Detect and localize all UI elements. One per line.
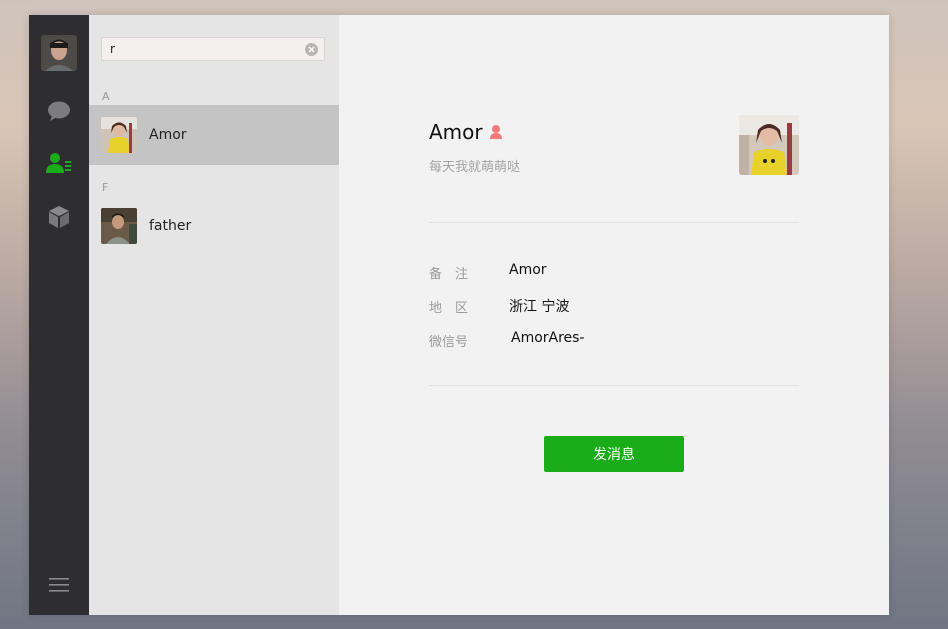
contact-name: Amor [149, 127, 187, 143]
send-message-button[interactable]: 发消息 [544, 436, 684, 472]
female-icon [489, 124, 503, 143]
sidebar [29, 15, 89, 615]
search-box [101, 37, 325, 61]
contact-item-father[interactable]: father [89, 196, 339, 256]
contact-list-panel: A Amor F [89, 15, 339, 615]
contacts-icon [46, 153, 71, 173]
contact-avatar [101, 208, 137, 244]
chat-icon [48, 101, 70, 121]
contacts-nav[interactable] [29, 148, 89, 178]
profile-detail-panel: Amor 每天我就萌萌哒 备 注 Amor 地 区 浙江 宁波 微信号 Amor… [339, 15, 889, 615]
group-letter: F [102, 181, 109, 194]
wechat-id-label: 微信号 [429, 335, 469, 350]
profile-avatar[interactable] [739, 115, 799, 175]
favorites-nav[interactable] [29, 202, 89, 232]
remark-label: 备 注 [429, 267, 469, 282]
contact-name: father [149, 218, 192, 234]
remark-value: Amor [509, 262, 547, 278]
contact-item-amor[interactable]: Amor [89, 105, 339, 165]
region-label: 地 区 [429, 301, 469, 316]
divider [429, 385, 799, 386]
divider [429, 222, 799, 223]
my-avatar[interactable] [41, 35, 77, 71]
chat-nav[interactable] [29, 96, 89, 126]
contact-avatar [101, 117, 137, 153]
profile-nickname: Amor [429, 120, 483, 144]
clear-search-button[interactable] [305, 43, 318, 56]
region-value: 浙江 宁波 [509, 299, 570, 315]
search-input[interactable] [102, 38, 305, 60]
favorites-cube-icon [49, 206, 69, 228]
clear-icon [308, 46, 315, 53]
menu-button[interactable] [29, 573, 89, 597]
group-letter: A [102, 90, 110, 103]
profile-signature: 每天我就萌萌哒 [429, 160, 521, 175]
wechat-id-value: AmorAres- [511, 330, 585, 346]
wechat-window: A Amor F [29, 15, 889, 615]
menu-icon [49, 578, 69, 592]
